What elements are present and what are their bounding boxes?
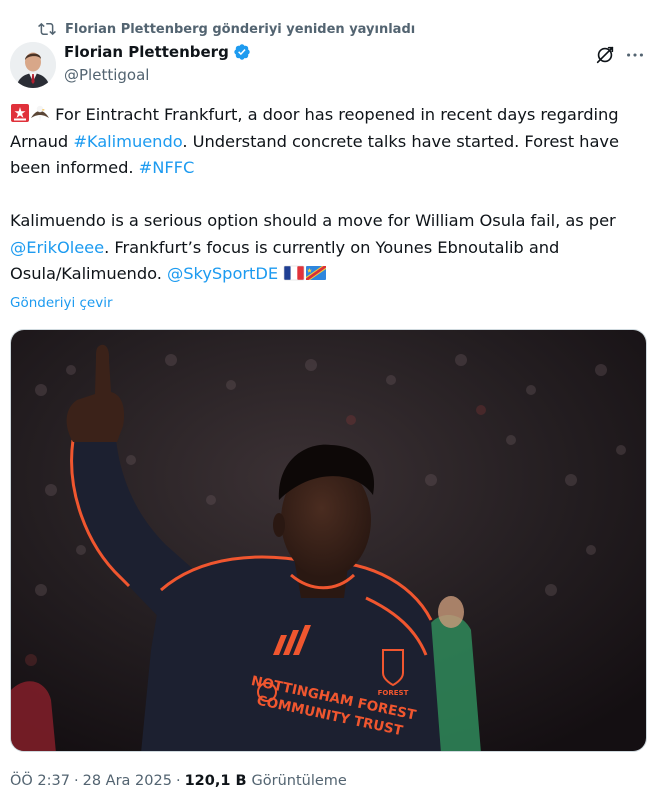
- views-count: 120,1 B: [184, 773, 247, 789]
- tweet-text: For Eintracht Frankfurt, a door has reop…: [10, 102, 646, 288]
- france-flag-emoji: [283, 265, 305, 281]
- dr-congo-flag-emoji: [306, 266, 327, 280]
- tweet-text-segment: Kalimuendo is a serious option should a …: [10, 211, 616, 230]
- siren-emoji: [11, 104, 29, 122]
- avatar[interactable]: [10, 42, 56, 88]
- player-photo: FOREST NOTTINGHAM FOREST COMMUNITY TRUST: [11, 330, 646, 751]
- views-label: Görüntüleme: [251, 773, 347, 789]
- author-display-name[interactable]: Florian Plettenberg: [64, 43, 229, 61]
- meta-separator: ·: [175, 773, 181, 789]
- more-icon[interactable]: [624, 44, 646, 66]
- author-name-row[interactable]: Florian Plettenberg: [64, 43, 251, 61]
- tweet-time[interactable]: ÖÖ 2:37: [10, 773, 70, 789]
- author-handle[interactable]: @Plettigoal: [64, 66, 149, 84]
- tweet-media-photo[interactable]: FOREST NOTTINGHAM FOREST COMMUNITY TRUST: [10, 329, 647, 752]
- repost-text: Florian Plettenberg gönderiyi yeniden ya…: [65, 21, 416, 37]
- hashtag-link-nffc[interactable]: #NFFC: [139, 158, 195, 177]
- crest-text: FOREST: [378, 689, 409, 697]
- verified-badge-icon: [234, 44, 250, 60]
- tweet-paragraph-2: Kalimuendo is a serious option should a …: [10, 208, 646, 288]
- repost-indicator[interactable]: Florian Plettenberg gönderiyi yeniden ya…: [38, 19, 415, 39]
- repost-icon: [38, 22, 56, 36]
- tweet-meta: ÖÖ 2:37 · 28 Ara 2025 · 120,1 B Görüntül…: [10, 773, 347, 789]
- meta-separator: ·: [74, 773, 79, 789]
- mention-link-skysportde[interactable]: @SkySportDE: [167, 264, 278, 283]
- eagle-emoji: [31, 105, 49, 121]
- grok-icon[interactable]: [594, 44, 616, 66]
- hashtag-link-kalimuendo[interactable]: #Kalimuendo: [73, 132, 182, 151]
- tweet-date[interactable]: 28 Ara 2025: [83, 773, 172, 789]
- mention-link-erikoleee[interactable]: @ErikOleee: [10, 238, 104, 257]
- tweet-paragraph-1: For Eintracht Frankfurt, a door has reop…: [10, 102, 646, 182]
- translate-post-link[interactable]: Gönderiyi çevir: [10, 295, 113, 311]
- avatar-image: [10, 42, 56, 88]
